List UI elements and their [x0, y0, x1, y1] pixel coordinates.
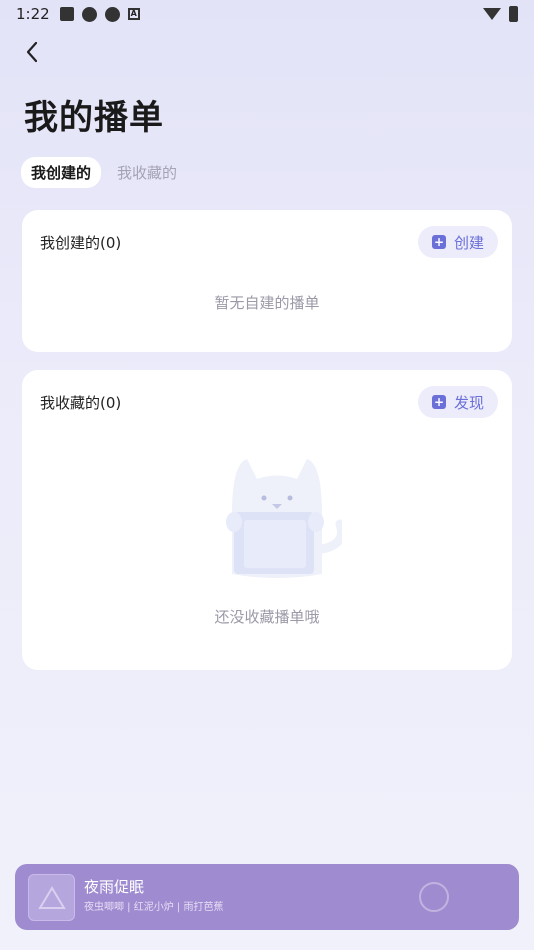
plus-icon: + — [431, 235, 446, 249]
created-empty-text: 暂无自建的播单 — [214, 294, 320, 312]
create-button-label: 创建 — [453, 233, 484, 252]
tab-created[interactable]: 我创建的 — [21, 157, 102, 188]
status-bar: 1:22 A — [0, 0, 534, 28]
plus-icon: + — [431, 395, 446, 409]
battery-icon — [509, 6, 518, 22]
favorited-playlists-card: 我收藏的(0) + 发现 还没收藏播单哦 — [22, 370, 512, 670]
back-button[interactable] — [20, 38, 44, 66]
fav-empty-text: 还没收藏播单哦 — [214, 608, 320, 626]
created-card-title: 我创建的(0) — [40, 234, 122, 252]
created-playlists-card: 我创建的(0) + 创建 暂无自建的播单 — [22, 210, 512, 352]
wifi-icon — [483, 8, 501, 20]
player-cover-thumbnail — [28, 874, 75, 921]
a-badge-icon: A — [127, 8, 140, 20]
triangle-logo-icon — [38, 886, 66, 909]
aperture-icon — [81, 6, 97, 22]
status-left-icons: A — [59, 6, 140, 22]
tab-bar: 我创建的 我收藏的 — [21, 157, 187, 188]
app-notification-icon — [59, 7, 74, 21]
create-button[interactable]: + 创建 — [417, 226, 498, 258]
status-time: 1:22 — [16, 5, 50, 23]
empty-cat-box-illustration — [226, 459, 342, 578]
player-title: 夜雨促眠 — [84, 878, 145, 896]
page-title: 我的播单 — [24, 98, 164, 138]
play-progress-button[interactable] — [419, 882, 449, 912]
player-subtitle: 夜虫唧唧 | 红泥小炉 | 雨打芭蕉 — [84, 902, 224, 913]
chevron-left-icon — [26, 41, 38, 63]
fav-card-title: 我收藏的(0) — [40, 394, 122, 412]
discover-button[interactable]: + 发现 — [417, 386, 498, 418]
status-right-icons — [483, 6, 518, 22]
aperture-icon-2 — [104, 6, 120, 22]
tab-favorited[interactable]: 我收藏的 — [107, 157, 187, 188]
discover-button-label: 发现 — [453, 393, 484, 412]
mini-player[interactable]: 夜雨促眠 夜虫唧唧 | 红泥小炉 | 雨打芭蕉 — [15, 864, 519, 930]
